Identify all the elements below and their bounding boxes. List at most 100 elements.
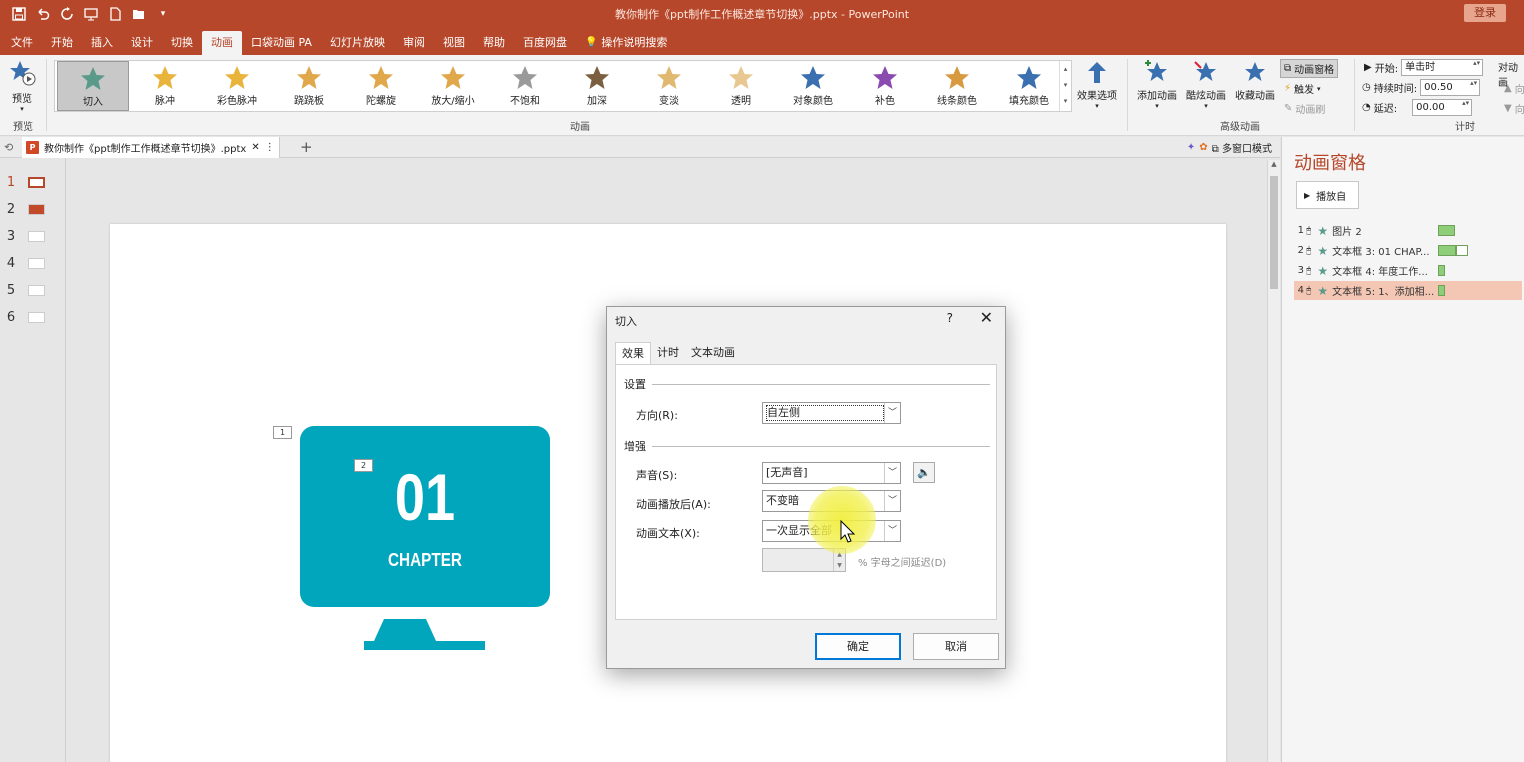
animation-group-label: 动画 [570, 122, 590, 133]
add-animation-button[interactable]: 添加动画 ▾ [1132, 59, 1182, 110]
start-value: 单击时 [1405, 62, 1436, 73]
move-earlier-button[interactable]: ▲ 向 [1504, 81, 1524, 96]
tab-9[interactable]: 视图 [434, 31, 474, 55]
close-tab-icon[interactable]: ✕ [251, 142, 259, 153]
slide-number: 2 [6, 201, 16, 217]
effect-label: 陀螺旋 [366, 96, 396, 107]
tab-text-animation[interactable]: 文本动画 [685, 342, 741, 364]
pane-title: 动画窗格 [1294, 153, 1366, 174]
document-tab[interactable]: P 教你制作《ppt制作工作概述章节切换》.pptx ✕ ⋮ [22, 137, 280, 158]
settings-section: 设置 [624, 376, 990, 392]
tab-label: 幻灯片放映 [329, 36, 385, 49]
tab-6[interactable]: 口袋动画 PA [242, 31, 321, 55]
effect-7[interactable]: 加深 [561, 61, 633, 111]
tab-0[interactable]: 文件 [2, 31, 42, 55]
tab-12[interactable]: 💡 操作说明搜索 [576, 31, 676, 55]
tab-7[interactable]: 幻灯片放映 [321, 31, 394, 55]
effect-4[interactable]: 陀螺旋 [345, 61, 417, 111]
animation-painter-button[interactable]: ✎ 动画刷 [1284, 101, 1325, 116]
animation-list-item[interactable]: 2 🖰 ★ 文本框 3: 01 CHAP... [1294, 241, 1522, 260]
help-button[interactable]: ? [947, 311, 953, 325]
tab-1[interactable]: 开始 [42, 31, 82, 55]
multi-window-button[interactable]: ⧉ 多窗口模式 [1212, 140, 1272, 155]
animation-pane-icon: ⧉ [1284, 63, 1292, 74]
direction-select[interactable]: 自左侧 ﹀ [762, 402, 901, 424]
slide-thumbnail[interactable]: 6 [0, 307, 60, 327]
scroll-up-icon[interactable]: ▲ [1268, 160, 1280, 168]
animation-list-item[interactable]: 1 🖰 ★ 图片 2 [1294, 221, 1522, 240]
animation-pane-button[interactable]: ⧉ 动画窗格 [1280, 59, 1339, 78]
effect-1[interactable]: 脉冲 [129, 61, 201, 111]
effect-13[interactable]: 填充颜色 [993, 61, 1065, 111]
restore-icon[interactable]: ⟲ [4, 141, 13, 154]
effect-12[interactable]: 线条颜色 [921, 61, 993, 111]
ok-button[interactable]: 确定 [815, 633, 901, 660]
gallery-scroll[interactable]: ▴ ▾ ▾ [1059, 61, 1071, 111]
tab-timing[interactable]: 计时 [651, 342, 685, 364]
tab-3[interactable]: 设计 [122, 31, 162, 55]
slide-thumbnail[interactable]: 1 [0, 172, 60, 192]
preview-button[interactable]: 预览 ▾ [4, 59, 40, 117]
tab-label: 文件 [11, 36, 33, 49]
tab-label: 视图 [442, 36, 465, 49]
effect-9[interactable]: 透明 [705, 61, 777, 111]
timing-group-label: 计时 [1455, 122, 1475, 133]
tab-8[interactable]: 审阅 [394, 31, 434, 55]
new-tab-button[interactable]: + [300, 138, 313, 156]
tab-label: 百度网盘 [522, 36, 567, 49]
play-from-button[interactable]: ▶ 播放自 [1296, 181, 1359, 209]
magic-icon[interactable]: ✦ [1187, 142, 1195, 153]
scroll-thumb[interactable] [1270, 176, 1278, 289]
delay-input[interactable]: 00.00 [1412, 99, 1473, 116]
slide-thumbnail[interactable]: 3 [0, 226, 60, 246]
close-dialog-button[interactable]: ✕ [980, 308, 993, 327]
effect-label: 填充颜色 [1009, 96, 1049, 107]
effect-3[interactable]: 跷跷板 [273, 61, 345, 111]
slide-preview [28, 176, 45, 188]
tab-2[interactable]: 插入 [82, 31, 122, 55]
favorite-animation-button[interactable]: 收藏动画 [1232, 59, 1278, 102]
effect-0[interactable]: 切入 [57, 61, 129, 111]
effect-8[interactable]: 变淡 [633, 61, 705, 111]
effect-5[interactable]: 放大/缩小 [417, 61, 489, 111]
start-select[interactable]: 单击时 [1401, 59, 1484, 76]
cancel-button[interactable]: 取消 [913, 633, 999, 660]
effect-10[interactable]: 对象颜色 [777, 61, 849, 111]
vertical-scrollbar[interactable]: ▲ [1267, 160, 1280, 762]
lightning-icon: ⚡ [1284, 83, 1292, 94]
slide-thumbnail[interactable]: 2 [0, 199, 60, 219]
slide-thumbnail[interactable]: 4 [0, 253, 60, 273]
animation-list-item[interactable]: 3 🖰 ★ 文本框 4: 年度工作... [1294, 261, 1522, 280]
tab-4[interactable]: 切换 [162, 31, 202, 55]
tab-effect[interactable]: 效果 [615, 342, 651, 364]
chapter-label[interactable]: CHAPTER [319, 550, 532, 571]
star-icon [441, 66, 465, 89]
effect-2[interactable]: 彩色脉冲 [201, 61, 273, 111]
enhance-header: 增强 [624, 440, 646, 453]
duration-input[interactable]: 00.50 [1420, 79, 1481, 96]
sound-select[interactable]: [无声音] ﹀ [762, 462, 901, 484]
animation-list-item[interactable]: 4 🖰 ★ 文本框 5: 1、添加相... [1294, 281, 1522, 300]
slide-number: 3 [6, 228, 16, 244]
cool-animation-button[interactable]: 酷炫动画 ▾ [1183, 59, 1229, 110]
login-button[interactable]: 登录 [1464, 4, 1506, 22]
settings-icon[interactable]: ✿ [1199, 142, 1207, 153]
effect-options-button[interactable]: 效果选项 ▾ [1074, 59, 1120, 110]
multi-window-label: 多窗口模式 [1222, 144, 1272, 155]
animation-effects-gallery: 切入 脉冲 彩色脉冲 跷跷板 陀螺旋 放大/缩小 不饱和 加深 变淡 透明 对象颜色 补色 线条颜色 填充… [54, 60, 1072, 112]
more-icon[interactable]: ⋮ [265, 142, 275, 153]
window-title: 教你制作《ppt制作工作概述章节切换》.pptx - PowerPoint [614, 8, 910, 21]
timeline-segment [1438, 225, 1456, 236]
chapter-number[interactable]: 01 [323, 464, 528, 530]
speaker-icon[interactable]: 🔈 [913, 462, 935, 483]
trigger-button[interactable]: ⚡ 触发 ▾ [1284, 81, 1321, 96]
slide-thumbnail[interactable]: 5 [0, 280, 60, 300]
tab-5[interactable]: 动画 [202, 31, 242, 55]
effect-6[interactable]: 不饱和 [489, 61, 561, 111]
effect-11[interactable]: 补色 [849, 61, 921, 111]
tab-11[interactable]: 百度网盘 [514, 31, 576, 55]
effect-label: 对象颜色 [793, 96, 833, 107]
animation-painter-label: 动画刷 [1295, 105, 1326, 116]
tab-10[interactable]: 帮助 [474, 31, 514, 55]
move-later-button[interactable]: ▼ 向 [1504, 101, 1524, 116]
